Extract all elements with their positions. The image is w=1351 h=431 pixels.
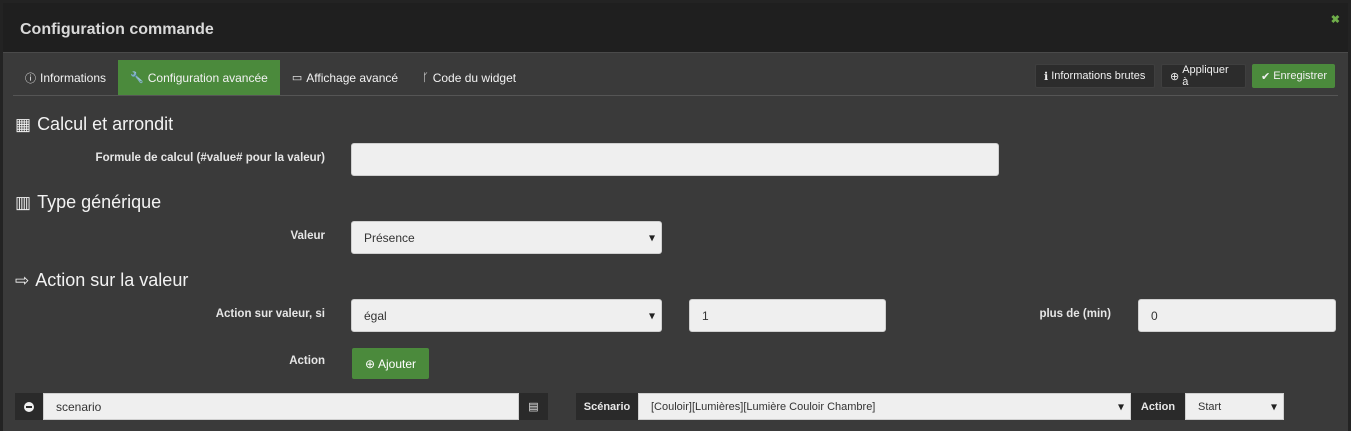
dialog-title: Configuration commande	[20, 21, 214, 38]
dialog-backdrop: Configuration commande ✖ ⓘ Informations …	[0, 0, 1351, 431]
close-icon[interactable]: ✖	[1331, 13, 1340, 26]
save-button[interactable]: ✔ Enregistrer	[1252, 64, 1335, 88]
section-action-title: ⇨ Action sur la valeur	[15, 270, 189, 290]
tab-configuration-avancee[interactable]: 🔧 Configuration avancée	[118, 60, 280, 95]
action-label: Action	[289, 355, 325, 367]
info-icon: ⓘ	[25, 72, 36, 85]
table-icon: ▦	[15, 114, 32, 134]
duration-input[interactable]: 0	[1138, 299, 1336, 332]
list-command-button[interactable]: ▤	[519, 393, 548, 420]
action-condition-label: Action sur valeur, si	[215, 308, 325, 320]
generic-value-label: Valeur	[290, 230, 325, 242]
plus-circle-icon: ⊕	[364, 356, 376, 371]
config-dialog: Configuration commande ✖ ⓘ Informations …	[3, 3, 1348, 431]
command-input[interactable]: scenario	[43, 393, 519, 420]
scenario-select[interactable]: [Couloir][Lumières][Lumière Couloir Cham…	[638, 393, 1131, 420]
tab-code-du-widget[interactable]: ᚴ Code du widget	[410, 60, 528, 95]
info-icon: ℹ	[1044, 70, 1049, 83]
generic-type-select[interactable]: Présence	[351, 221, 662, 254]
remove-action-button[interactable]	[15, 393, 43, 420]
minus-circle-icon	[24, 401, 34, 412]
code-fork-icon: ᚴ	[422, 71, 429, 84]
formula-label: Formule de calcul (#value# pour la valeu…	[95, 152, 325, 164]
wrench-icon: 🔧	[130, 72, 144, 84]
duration-label: plus de (min)	[1039, 308, 1111, 320]
dialog-titlebar[interactable]: Configuration commande ✖	[3, 3, 1348, 53]
tab-divider	[13, 95, 1338, 96]
sign-out-icon: ⇨	[15, 270, 30, 290]
tab-affichage-avance[interactable]: ▭ Affichage avancé	[280, 60, 410, 95]
apply-to-button[interactable]: ⊕ Appliquer à	[1161, 64, 1246, 88]
raw-info-button[interactable]: ℹ Informations brutes	[1035, 64, 1155, 88]
add-action-button[interactable]: ⊕ Ajouter	[352, 348, 429, 379]
operator-select[interactable]: égal	[351, 299, 662, 332]
tab-informations[interactable]: ⓘ Informations	[13, 60, 118, 95]
check-circle-icon: ✔	[1261, 70, 1271, 83]
scenario-label: Scénario	[576, 393, 638, 420]
formula-input[interactable]	[351, 143, 999, 176]
compare-value-input[interactable]: 1	[689, 299, 886, 332]
section-generic-title: ▥ Type générique	[15, 192, 162, 212]
tab-bar: ⓘ Informations 🔧 Configuration avancée ▭…	[13, 60, 528, 96]
desktop-icon: ▭	[291, 72, 303, 84]
list-alt-icon: ▤	[528, 401, 539, 413]
scenario-action-select[interactable]: Start	[1185, 393, 1284, 420]
plus-circle-icon: ⊕	[1170, 70, 1180, 83]
building-icon: ▥	[15, 192, 32, 212]
section-calc-title: ▦ Calcul et arrondit	[15, 114, 174, 134]
scenario-action-label: Action	[1131, 393, 1185, 420]
